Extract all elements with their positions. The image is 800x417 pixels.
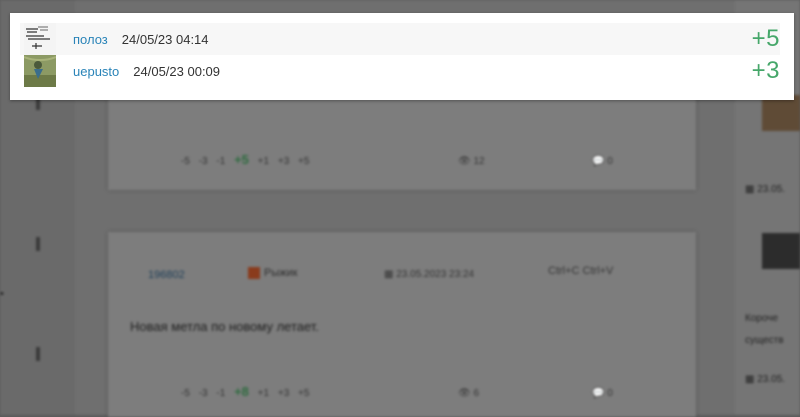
- author-name[interactable]: Рыжик: [264, 267, 298, 279]
- vote-option[interactable]: -1: [216, 156, 225, 167]
- views-value: 6: [473, 388, 480, 399]
- vote-option[interactable]: +5: [298, 388, 309, 399]
- post-card: -5 -3 -1 +5 +1 +3 +5 👁 12 💬 0: [108, 95, 696, 190]
- sidebar-date: ▦ 23.05.: [745, 184, 786, 195]
- comments-count[interactable]: 💬 0: [592, 388, 613, 399]
- post-card: 196802 Рыжик ▦ 23.05.2023 23:24 Ctrl+C C…: [108, 232, 696, 417]
- sidebar-text[interactable]: существ: [745, 335, 784, 346]
- sidebar-date-value: 23.05.: [757, 374, 786, 385]
- vote-option[interactable]: -3: [199, 156, 208, 167]
- user-avatar[interactable]: [24, 23, 56, 55]
- sidebar-thumbnail[interactable]: [762, 95, 800, 131]
- comments-value: 0: [607, 388, 613, 399]
- vote-value: +3: [751, 57, 780, 84]
- vote-option[interactable]: +3: [278, 388, 289, 399]
- vote-value: +5: [751, 25, 780, 52]
- comments-count[interactable]: 💬 0: [592, 156, 613, 167]
- vote-option[interactable]: +3: [278, 156, 289, 167]
- vote-option[interactable]: -1: [216, 388, 225, 399]
- vote-option[interactable]: -5: [181, 388, 190, 399]
- username-link[interactable]: полоз: [73, 32, 108, 47]
- left-marker: [36, 347, 40, 361]
- views-count: 👁 12: [458, 156, 485, 167]
- vote-option[interactable]: +5: [298, 156, 309, 167]
- vote-options: -5 -3 -1 +8 +1 +3 +5: [181, 384, 309, 399]
- vote-time: 24/05/23 04:14: [121, 31, 209, 47]
- post-text: Новая метла по новому летает.: [130, 319, 319, 334]
- vote-options: -5 -3 -1 +5 +1 +3 +5: [181, 152, 309, 167]
- vote-time: 24/05/23 00:09: [133, 63, 221, 79]
- post-date-value: 23.05.2023 23:24: [396, 269, 475, 280]
- post-author[interactable]: Рыжик: [248, 267, 298, 280]
- post-date: ▦ 23.05.2023 23:24: [384, 269, 475, 280]
- vote-row: uepusto 24/05/23 00:09 +3: [20, 55, 780, 87]
- views-value: 12: [473, 156, 485, 167]
- sidebar-date-value: 23.05.: [757, 184, 786, 195]
- vote-row: полоз 24/05/23 04:14 +5: [20, 23, 780, 55]
- post-tag: Ctrl+C Ctrl+V: [548, 265, 614, 277]
- vote-option[interactable]: -3: [199, 388, 208, 399]
- vote-option[interactable]: +5: [234, 152, 249, 167]
- user-avatar[interactable]: [24, 55, 56, 87]
- vote-option[interactable]: +8: [234, 384, 249, 399]
- sidebar-text[interactable]: Короче: [745, 313, 778, 324]
- avatar-image: [24, 23, 56, 55]
- vote-option[interactable]: +1: [258, 156, 269, 167]
- username-link[interactable]: uepusto: [73, 64, 119, 79]
- views-count: 👁 6: [458, 388, 480, 399]
- left-dot: •: [0, 288, 4, 300]
- post-id[interactable]: 196802: [148, 269, 185, 281]
- avatar-image: [24, 55, 56, 87]
- votes-popup: полоз 24/05/23 04:14 +5 uepusto 24/05/23…: [10, 13, 794, 100]
- sidebar-date: ▦ 23.05.: [745, 374, 786, 385]
- left-marker: [36, 237, 40, 251]
- vote-option[interactable]: +1: [258, 388, 269, 399]
- author-avatar: [248, 267, 260, 280]
- comments-value: 0: [607, 156, 613, 167]
- sidebar-thumbnail[interactable]: [762, 233, 800, 269]
- vote-option[interactable]: -5: [181, 156, 190, 167]
